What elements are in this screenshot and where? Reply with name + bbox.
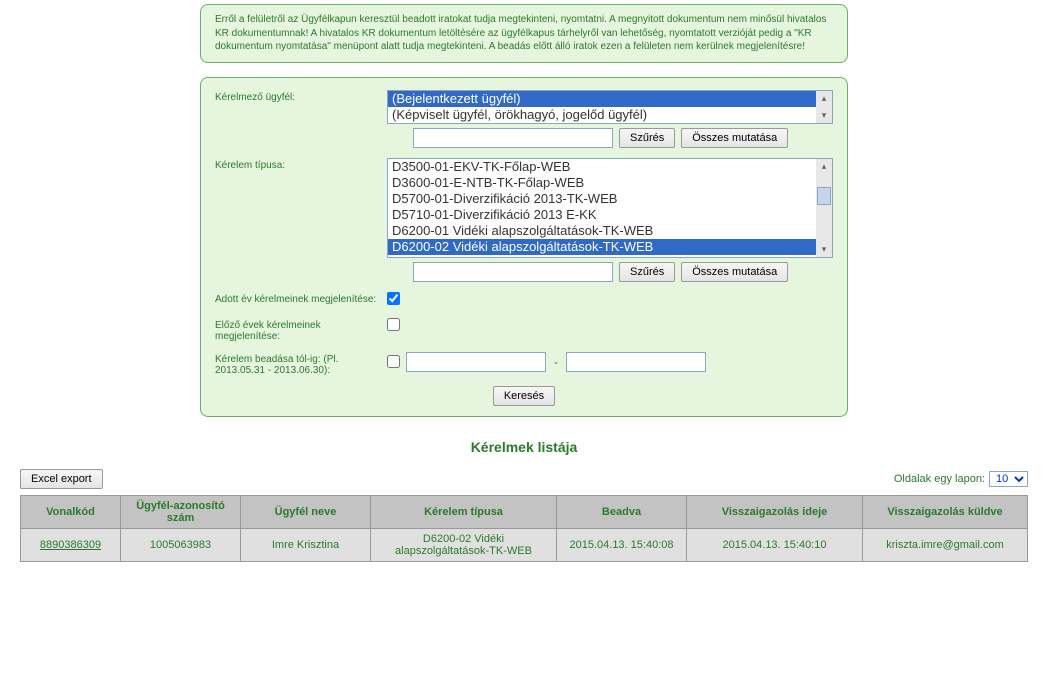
table-row: 8890386309 1005063983 Imre Krisztina D62… [21,528,1028,561]
type-option-5[interactable]: D6200-02 Vidéki alapszolgáltatások-TK-WE… [388,239,816,255]
current-year-label: Adott év kérelmeinek megjelenítése: [215,292,387,305]
cell-submitted: 2015.04.13. 15:40:08 [557,528,687,561]
cell-client-name: Imre Krisztina [241,528,371,561]
search-panel: Kérelmező ügyfél: (Bejelentkezett ügyfél… [200,77,848,417]
date-range-label: Kérelem beadása tól-ig: (Pl. 2013.05.31 … [215,352,387,376]
type-filter-input[interactable] [413,262,613,282]
customer-showall-button[interactable]: Összes mutatása [681,128,788,148]
th-barcode[interactable]: Vonalkód [21,495,121,528]
cell-ack-time: 2015.04.13. 15:40:10 [687,528,863,561]
cell-ack-sent: kriszta.imre@gmail.com [863,528,1028,561]
pager-select[interactable]: 10 [989,471,1028,487]
th-req-type[interactable]: Kérelem típusa [371,495,557,528]
pager-label: Oldalak egy lapon: [894,473,985,485]
barcode-link[interactable]: 8890386309 [40,539,101,551]
th-submitted[interactable]: Beadva [557,495,687,528]
prev-years-checkbox[interactable] [387,318,400,331]
type-label: Kérelem típusa: [215,158,387,171]
search-button[interactable]: Keresés [493,386,555,406]
current-year-checkbox[interactable] [387,292,400,305]
date-from-input[interactable] [406,352,546,372]
type-option-0[interactable]: D3500-01-EKV-TK-Főlap-WEB [388,159,816,175]
type-option-1[interactable]: D3600-01-E-NTB-TK-Főlap-WEB [388,175,816,191]
excel-export-button[interactable]: Excel export [20,469,103,489]
customer-option-1[interactable]: (Képviselt ügyfél, örökhagyó, jogelőd üg… [388,107,816,123]
type-option-4[interactable]: D6200-01 Vidéki alapszolgáltatások-TK-WE… [388,223,816,239]
scroll-down-icon[interactable]: ▾ [822,110,827,121]
results-table: Vonalkód Ügyfél-azonosító szám Ügyfél ne… [20,495,1028,562]
customer-label: Kérelmező ügyfél: [215,90,387,103]
customer-option-0[interactable]: (Bejelentkezett ügyfél) [388,91,816,107]
th-ack-sent[interactable]: Visszaigazolás küldve [863,495,1028,528]
date-range-checkbox[interactable] [387,355,400,368]
scroll-up-icon[interactable]: ▴ [822,161,827,172]
scroll-down-icon[interactable]: ▾ [822,244,827,255]
scrollbar[interactable]: ▴ ▾ [816,159,832,257]
cell-client-id: 1005063983 [121,528,241,561]
type-listbox[interactable]: D3500-01-EKV-TK-Főlap-WEB D3600-01-E-NTB… [387,158,833,258]
customer-filter-input[interactable] [413,128,613,148]
scrollbar[interactable]: ▴ ▾ [816,91,832,123]
cell-req-type: D6200-02 Vidéki alapszolgáltatások-TK-WE… [371,528,557,561]
customer-listbox[interactable]: (Bejelentkezett ügyfél) (Képviselt ügyfé… [387,90,833,124]
type-showall-button[interactable]: Összes mutatása [681,262,788,282]
list-title: Kérelmek listája [0,439,1048,455]
th-client-name[interactable]: Ügyfél neve [241,495,371,528]
th-ack-time[interactable]: Visszaigazolás ideje [687,495,863,528]
scroll-thumb[interactable] [817,187,831,205]
type-option-3[interactable]: D5710-01-Diverzifikáció 2013 E-KK [388,207,816,223]
th-client-id[interactable]: Ügyfél-azonosító szám [121,495,241,528]
date-separator: - [552,355,560,369]
date-to-input[interactable] [566,352,706,372]
type-filter-button[interactable]: Szűrés [619,262,675,282]
type-option-2[interactable]: D5700-01-Diverzifikáció 2013-TK-WEB [388,191,816,207]
customer-filter-button[interactable]: Szűrés [619,128,675,148]
scroll-up-icon[interactable]: ▴ [822,93,827,104]
table-header-row: Vonalkód Ügyfél-azonosító szám Ügyfél ne… [21,495,1028,528]
info-banner: Erről a felületről az Ügyfélkapun keresz… [200,4,848,63]
prev-years-label: Előző évek kérelmeinek megjelenítése: [215,318,387,342]
